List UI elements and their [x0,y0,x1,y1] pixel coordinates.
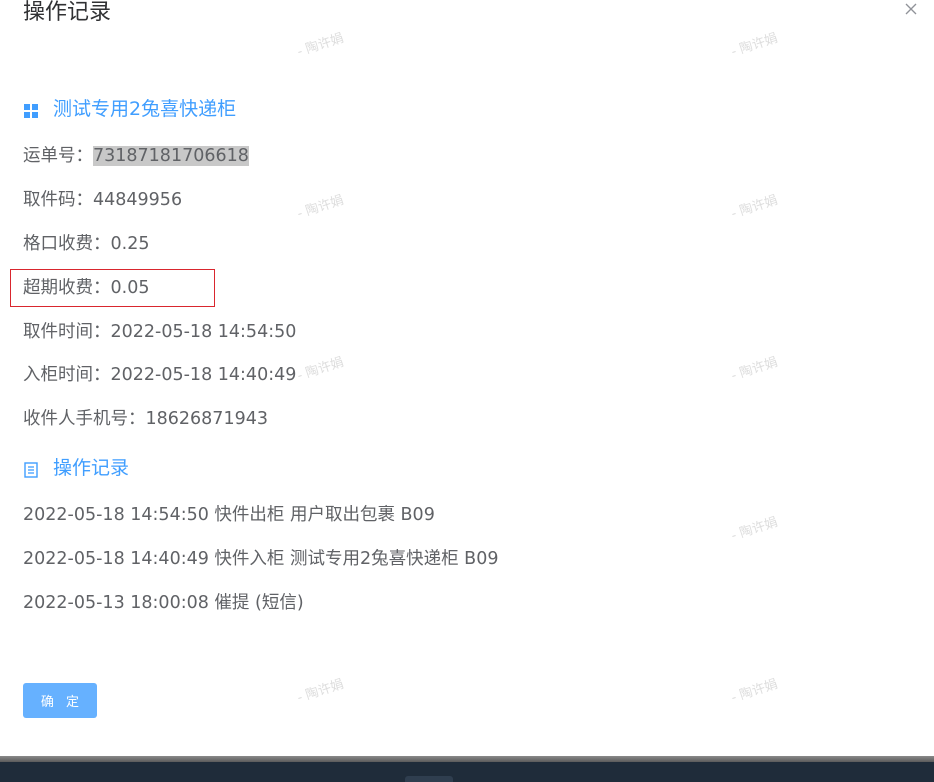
background-page-bar [0,762,934,782]
log-section-header: 操作记录 [23,456,129,480]
watermark: - 陶许娟 [729,354,780,384]
overdue-fee-highlight-box [10,269,215,307]
log-entry: 2022-05-13 18:00:08 催提 (短信) [23,593,304,613]
confirm-button[interactable]: 确 定 [23,683,97,718]
recipient-phone-row: 收件人手机号：18626871943 [23,407,268,431]
watermark: - 陶许娟 [729,676,780,706]
log-entry: 2022-05-18 14:54:50 快件出柜 用户取出包裹 B09 [23,505,435,525]
recipient-phone-value: 18626871943 [145,409,268,429]
waybill-number-value: 73187181706618 [93,146,249,166]
slot-fee-value: 0.25 [110,234,150,254]
document-icon [23,460,39,478]
watermark: - 陶许娟 [729,30,780,60]
watermark: - 陶许娟 [729,192,780,222]
pickup-code-value: 44849956 [93,190,183,210]
dialog-title: 操作记录 [23,0,112,25]
stored-time-value: 2022-05-18 14:40:49 [110,365,297,385]
waybill-number-row: 运单号：73187181706618 [23,144,249,168]
stored-time-row: 入柜时间：2022-05-18 14:40:49 [23,363,296,387]
field-label: 入柜时间： [23,365,111,385]
field-label: 收件人手机号： [23,409,146,429]
locker-section-header: 测试专用2兔喜快递柜 [23,97,236,121]
watermark: - 陶许娟 [295,192,346,222]
log-section-title: 操作记录 [53,457,130,479]
log-entry: 2022-05-18 14:40:49 快件入柜 测试专用2兔喜快递柜 B09 [23,549,499,569]
field-label: 运单号： [23,146,93,166]
pickup-code-row: 取件码：44849956 [23,188,182,212]
slot-fee-row: 格口收费：0.25 [23,232,149,256]
watermark: - 陶许娟 [295,354,346,384]
pickup-time-row: 取件时间：2022-05-18 14:54:50 [23,320,296,344]
grid-icon [23,101,39,118]
pickup-time-value: 2022-05-18 14:54:50 [110,322,297,342]
field-label: 格口收费： [23,234,111,254]
watermark: - 陶许娟 [295,30,346,60]
watermark: - 陶许娟 [295,676,346,706]
field-label: 取件码： [23,190,93,210]
background-tab [405,776,453,782]
field-label: 取件时间： [23,322,111,342]
close-icon[interactable] [902,0,920,18]
operation-log-dialog: 操作记录 测试专用2兔喜快递柜 运单号：73187181706618 取件码：4… [0,0,934,756]
watermark: - 陶许娟 [729,514,780,544]
locker-section-title: 测试专用2兔喜快递柜 [53,98,237,120]
